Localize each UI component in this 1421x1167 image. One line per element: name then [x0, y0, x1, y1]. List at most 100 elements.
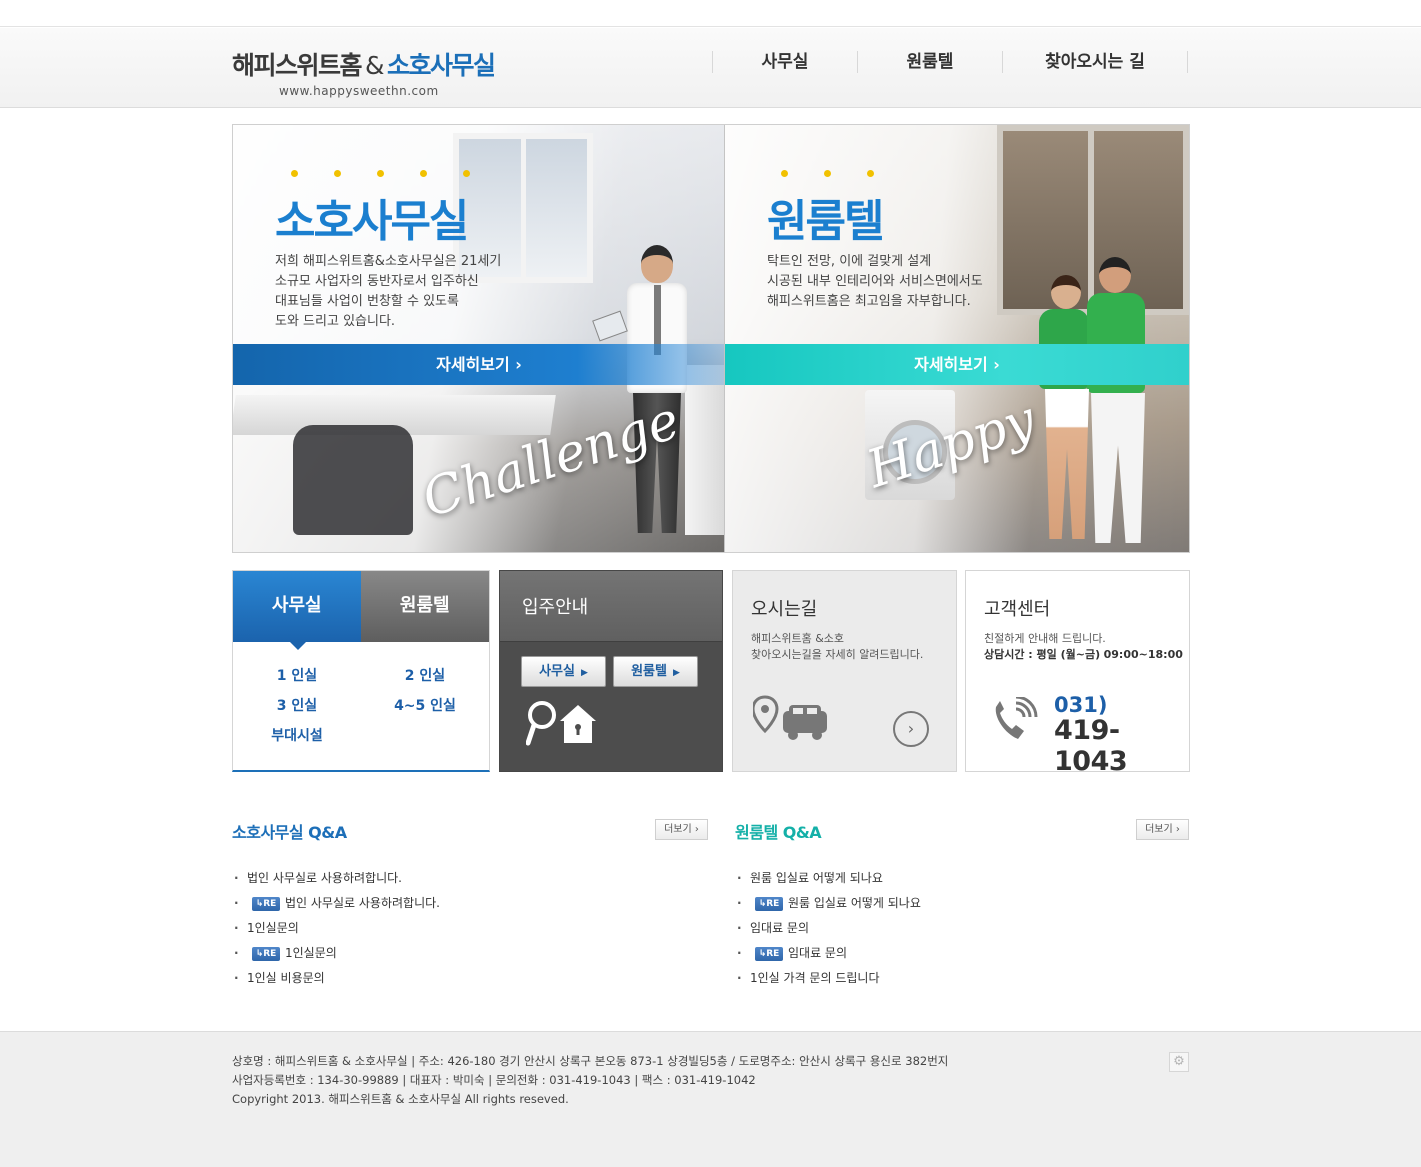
qna-list-item[interactable]: 원룸 입실료 어떻게 되나요 [735, 869, 921, 894]
footer-company-line: 상호명 : 해피스위트홈 & 소호사무실 | 주소: 426-180 경기 안산… [232, 1054, 949, 1068]
customer-center-widget: 고객센터 친절하게 안내해 드립니다. 상담시간 : 평일 (월~금) 09:0… [965, 570, 1190, 777]
sub-line: 해피스위트홈 &소호 [751, 632, 845, 645]
couple-image [1025, 255, 1185, 552]
desc-line: 대표님들 사업이 번창할 수 있도록 [275, 294, 459, 309]
reply-badge-icon: ↳RE [755, 897, 783, 911]
nav-item-oneroom[interactable]: 원룸텔 [857, 51, 1002, 73]
phone-area-code: 031) [1054, 693, 1108, 717]
move-in-widget: 입주안내 사무실 ▶ 원룸텔 ▶ [499, 570, 723, 772]
qna-item-text: 임대료 문의 [750, 921, 810, 935]
room-link-1[interactable]: 1 인실 [233, 667, 361, 685]
move-in-office-label: 사무실 [539, 664, 575, 679]
qna-item-text: 법인 사무실로 사용하려합니다. [247, 871, 402, 885]
reply-badge-icon: ↳RE [252, 947, 280, 961]
site-header: 해피스위트홈 & 소호사무실 www.happysweethn.com 사무실 원룸… [0, 28, 1421, 108]
hero-oneroom-title: 원룸텔 [767, 196, 884, 247]
tab-oneroom[interactable]: 원룸텔 [360, 571, 489, 642]
desc-line: 시공된 내부 인테리어와 서비스면에서도 [767, 274, 983, 289]
desc-line: 해피스위트홈은 최고임을 자부합니다. [767, 294, 971, 309]
cs-sub-line: 친절하게 안내해 드립니다. [984, 632, 1106, 645]
office-chair-image [293, 425, 413, 535]
reply-badge-icon: ↳RE [755, 947, 783, 961]
cs-hours-label: 상담시간 : 평일 (월~금) [984, 648, 1101, 661]
directions-subtitle: 해피스위트홈 &소호 찾아오시는길을 자세히 알려드립니다. [751, 631, 923, 663]
tab-office[interactable]: 사무실 [233, 571, 361, 650]
hero-office-desc: 저희 해피스위트홈&소호사무실은 21세기 소규모 사업자의 동반자로서 입주하… [275, 252, 501, 332]
decor-dots [291, 170, 470, 177]
cs-title: 고객센터 [984, 599, 1051, 620]
cs-hours-value: 09:00~18:00 [1103, 648, 1183, 661]
logo-main-text: 해피스위트홈 [232, 51, 363, 80]
oneroom-detail-button[interactable]: 자세히보기 › [725, 344, 1189, 385]
qna-item-text: 1인실 비용문의 [247, 971, 325, 985]
room-link-3[interactable]: 3 인실 [233, 697, 361, 715]
more-label: 더보기 [664, 824, 692, 835]
directions-more-button[interactable]: › [893, 711, 929, 747]
move-in-oneroom-button[interactable]: 원룸텔 ▶ [613, 656, 698, 687]
qna-item-text: 1인실문의 [247, 921, 299, 935]
qna-list-item[interactable]: ↳RE 1인실문의 [232, 944, 440, 969]
hero-banner: 소호사무실 저희 해피스위트홈&소호사무실은 21세기 소규모 사업자의 동반자… [232, 124, 1190, 553]
move-in-office-button[interactable]: 사무실 ▶ [521, 656, 606, 687]
qna-list-item[interactable]: 법인 사무실로 사용하려합니다. [232, 869, 440, 894]
qna-office-list: 법인 사무실로 사용하려합니다. ↳RE 법인 사무실로 사용하려합니다. 1인실문의… [232, 869, 440, 994]
logo-soho-text: 소호사무실 [387, 51, 496, 80]
qna-oneroom-section: 원룸텔 Q&A 더보기 › 원룸 입실료 어떻게 되나요 ↳RE 원룸 입실료 어떻… [735, 819, 1189, 987]
site-logo[interactable]: 해피스위트홈 & 소호사무실 www.happysweethn.com [232, 46, 496, 98]
qna-item-text: 원룸 입실료 어떻게 되나요 [788, 896, 921, 910]
chevron-right-icon: › [907, 719, 915, 738]
hero-oneroom-panel: 원룸텔 탁트인 전망, 이에 걸맞게 설계 시공된 내부 인테리어와 서비스면에… [725, 125, 1189, 552]
qna-office-more-button[interactable]: 더보기 › [655, 819, 708, 840]
footer-info: 상호명 : 해피스위트홈 & 소호사무실 | 주소: 426-180 경기 안산… [232, 1052, 948, 1109]
room-link-2[interactable]: 2 인실 [361, 667, 489, 685]
nav-item-directions[interactable]: 찾아오시는 길 [1002, 51, 1188, 73]
hero-office-title: 소호사무실 [275, 196, 469, 247]
phone-number: 419-1043 [1054, 715, 1128, 777]
qna-list-item[interactable]: 1인실 비용문의 [232, 969, 440, 994]
chevron-right-icon: › [694, 824, 699, 835]
decor-dots [781, 170, 874, 177]
nav-item-office[interactable]: 사무실 [712, 51, 857, 73]
qna-item-text: 1인실문의 [285, 946, 337, 960]
qna-list-item[interactable]: ↳RE 법인 사무실로 사용하려합니다. [232, 894, 440, 919]
site-footer: 상호명 : 해피스위트홈 & 소호사무실 | 주소: 426-180 경기 안산… [0, 1031, 1421, 1167]
room-link-facilities[interactable]: 부대시설 [233, 727, 361, 745]
footer-registration-line: 사업자등록번호 : 134-30-99889 | 대표자 : 박미숙 | 문의전… [232, 1073, 756, 1087]
qna-list-item[interactable]: ↳RE 임대료 문의 [735, 944, 921, 969]
move-in-title: 입주안내 [500, 571, 722, 642]
qna-item-text: 법인 사무실로 사용하려합니다. [285, 896, 440, 910]
chevron-right-icon: › [515, 355, 522, 374]
reply-badge-icon: ↳RE [252, 897, 280, 911]
logo-url: www.happysweethn.com [279, 84, 439, 98]
desc-line: 소규모 사업자의 동반자로서 입주하신 [275, 274, 479, 289]
settings-gear-icon[interactable]: ⚙ [1169, 1052, 1189, 1072]
move-in-oneroom-label: 원룸텔 [631, 664, 667, 679]
phone-icon [995, 697, 1038, 739]
directions-title: 오시는길 [751, 599, 818, 620]
qna-list-item[interactable]: ↳RE 원룸 입실료 어떻게 되나요 [735, 894, 921, 919]
cs-subtitle: 친절하게 안내해 드립니다. 상담시간 : 평일 (월~금) 09:00~18:… [984, 631, 1183, 663]
qna-oneroom-more-button[interactable]: 더보기 › [1136, 819, 1189, 840]
office-detail-label: 자세히보기 [436, 355, 510, 374]
qna-list-item[interactable]: 1인실 가격 문의 드립니다 [735, 969, 921, 994]
qna-oneroom-list: 원룸 입실료 어떻게 되나요 ↳RE 원룸 입실료 어떻게 되나요임대료 문의 ↳RE… [735, 869, 921, 994]
qna-list-item[interactable]: 임대료 문의 [735, 919, 921, 944]
room-link-4-5[interactable]: 4~5 인실 [361, 697, 489, 715]
main-nav: 사무실 원룸텔 찾아오시는 길 [712, 51, 1188, 73]
oneroom-detail-label: 자세히보기 [914, 355, 988, 374]
logo-amp: & [365, 51, 385, 80]
directions-widget[interactable]: 오시는길 해피스위트홈 &소호 찾아오시는길을 자세히 알려드립니다. › [732, 570, 957, 772]
more-label: 더보기 [1145, 824, 1173, 835]
desc-line: 탁트인 전망, 이에 걸맞게 설계 [767, 254, 932, 269]
chevron-right-icon: › [1175, 824, 1180, 835]
rooms-widget: 사무실 원룸텔 1 인실 2 인실 3 인실 4~5 인실 부대시설 [232, 570, 490, 772]
qna-office-title: 소호사무실 Q&A [232, 823, 347, 842]
top-strip [0, 0, 1421, 27]
qna-list-item[interactable]: 1인실문의 [232, 919, 440, 944]
office-detail-button[interactable]: 자세히보기 › [233, 344, 725, 385]
qna-office-section: 소호사무실 Q&A 더보기 › 법인 사무실로 사용하려합니다. ↳RE 법인 사무… [232, 819, 708, 987]
qna-item-text: 1인실 가격 문의 드립니다 [750, 971, 880, 985]
logo-title: 해피스위트홈 & 소호사무실 [232, 46, 496, 82]
desc-line: 저희 해피스위트홈&소호사무실은 21세기 [275, 254, 502, 269]
hero-oneroom-desc: 탁트인 전망, 이에 걸맞게 설계 시공된 내부 인테리어와 서비스면에서도 해… [767, 252, 983, 312]
